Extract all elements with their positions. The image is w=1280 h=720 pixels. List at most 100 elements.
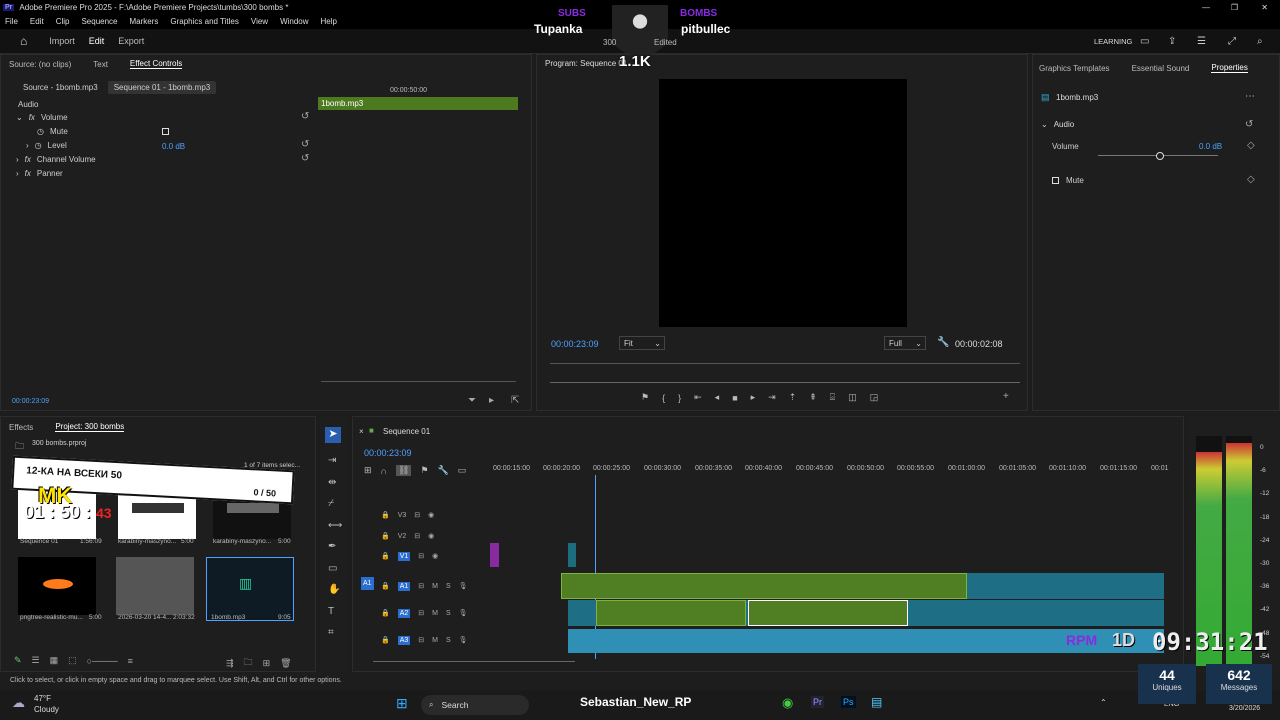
maximize-icon[interactable]: ❐ [1231, 3, 1238, 12]
edit-tab[interactable]: Edit [89, 36, 105, 46]
solo-button[interactable]: S [446, 610, 451, 617]
linked-selection-icon[interactable]: ⛓ [396, 465, 412, 476]
menu-help[interactable]: Help [321, 17, 337, 26]
menu-sequence[interactable]: Sequence [81, 17, 117, 26]
windows-start-icon[interactable]: ⊞ [396, 695, 408, 712]
menu-edit[interactable]: Edit [30, 17, 44, 26]
timeline-settings-icon[interactable]: 🔧 [438, 465, 449, 476]
workspaces-icon[interactable]: ▭ [1140, 36, 1149, 47]
timeline-ruler[interactable]: 00:00:15:00 00:00:20:00 00:00:25:00 00:0… [489, 465, 1169, 485]
rectangle-icon[interactable]: ▭ [328, 558, 342, 580]
timeline-tab[interactable]: Sequence 01 [383, 427, 430, 436]
tab-essential-sound[interactable]: Essential Sound [1132, 64, 1190, 73]
close-icon[interactable]: ✕ [1261, 3, 1268, 12]
mute-checkbox[interactable] [162, 128, 169, 135]
mic-icon[interactable]: 🎙 [459, 636, 468, 644]
mute-track-button[interactable]: M [432, 583, 438, 590]
step-back-icon[interactable]: ◂ [715, 392, 720, 403]
add-button-icon[interactable]: + [1003, 391, 1009, 402]
tab-project[interactable]: Project: 300 bombs [55, 422, 125, 432]
program-video-frame[interactable] [659, 79, 907, 327]
eye-icon[interactable]: ◉ [428, 511, 434, 519]
video-clip[interactable] [568, 543, 576, 567]
menu-clip[interactable]: Clip [56, 17, 70, 26]
snap-icon[interactable]: ∩ [381, 466, 387, 476]
collapse-audio-icon[interactable]: ⌄ [1041, 120, 1048, 129]
sync-icon[interactable]: ⊟ [418, 636, 424, 644]
stopwatch-icon[interactable]: ◷ [35, 141, 42, 150]
source-patch-a1[interactable]: A1 [361, 577, 374, 590]
sync-icon[interactable]: ⊟ [418, 552, 424, 560]
type-icon[interactable]: T [328, 601, 342, 623]
resolution-dropdown[interactable]: Full ⌄ [884, 336, 926, 350]
menu-window[interactable]: Window [280, 17, 308, 26]
menu-graphics[interactable]: Graphics and Titles [170, 17, 238, 26]
home-icon[interactable]: ⌂ [20, 34, 27, 48]
filter-icon[interactable]: ⏷ [468, 395, 476, 406]
chrome-icon[interactable]: ◉ [782, 695, 793, 711]
comparison-icon[interactable]: ◫ [848, 392, 857, 403]
tab-source[interactable]: Source: (no clips) [9, 60, 71, 69]
thumbnail-recording[interactable] [116, 557, 194, 615]
icon-view-icon[interactable]: ▦ [50, 655, 59, 666]
sync-icon[interactable]: ⊟ [414, 532, 420, 540]
tray-chevron-icon[interactable]: ⌃ [1100, 698, 1107, 707]
sync-icon[interactable]: ⊟ [418, 582, 424, 590]
taskbar-date[interactable]: 3/20/2026 [1229, 705, 1260, 712]
audio-clip[interactable] [561, 573, 967, 599]
lock-icon[interactable]: 🔒 [381, 609, 390, 617]
ripple-edit-icon[interactable]: ⇹ [328, 472, 342, 494]
expand-channel-icon[interactable]: › [16, 155, 19, 164]
sync-icon[interactable]: ⊟ [414, 511, 420, 519]
thumbnail-muzzle-flash[interactable] [18, 557, 96, 615]
keyframe-icon[interactable]: ◇ [1247, 174, 1255, 185]
notepad-taskbar-icon[interactable]: ▤ [871, 695, 882, 709]
lock-icon[interactable]: 🔒 [381, 582, 390, 590]
slip-icon[interactable]: ⟷ [328, 515, 342, 537]
reset-icon[interactable]: ↺ [301, 153, 309, 164]
expand-level-icon[interactable]: › [26, 141, 29, 150]
close-tab-icon[interactable]: × [359, 427, 364, 436]
properties-mute-checkbox[interactable] [1052, 177, 1059, 184]
settings-icon[interactable]: ☰ [1197, 36, 1206, 47]
timeline-horizontal-scrollbar[interactable] [373, 661, 575, 662]
fit-dropdown[interactable]: Fit ⌄ [619, 336, 665, 350]
keyframe-icon[interactable]: ◇ [1247, 140, 1255, 151]
fullscreen-icon[interactable]: ⤢ [1228, 36, 1236, 47]
go-to-out-icon[interactable]: ⇥ [768, 392, 776, 403]
pen-icon[interactable]: ✒ [328, 536, 342, 558]
subtab-sequence-clip[interactable]: Sequence 01 - 1bomb.mp3 [107, 81, 217, 94]
weather-desc[interactable]: Cloudy [34, 705, 59, 714]
eye-icon[interactable]: ◉ [432, 552, 438, 560]
video-clip[interactable] [490, 543, 499, 567]
menu-file[interactable]: File [5, 17, 18, 26]
minimize-icon[interactable]: — [1202, 3, 1210, 12]
nest-icon[interactable]: ⊞ [364, 465, 372, 476]
caption-icon[interactable]: ⌗ [328, 622, 342, 644]
extract-icon[interactable]: ⇞ [809, 392, 817, 403]
taskbar-search[interactable]: ⌕ Search [421, 695, 529, 715]
expand-panner-icon[interactable]: › [16, 169, 19, 178]
vr-icon[interactable]: ◲ [870, 392, 879, 403]
tab-properties[interactable]: Properties [1211, 63, 1248, 73]
ec-zoom-scrollbar[interactable] [321, 381, 516, 382]
new-item-icon[interactable]: ⊞ [263, 658, 271, 669]
audio-clip-selected[interactable] [748, 600, 908, 626]
lock-icon[interactable]: 🔒 [381, 636, 390, 644]
add-marker-icon[interactable]: ⚑ [420, 465, 428, 476]
mark-out-icon[interactable]: } [678, 393, 681, 403]
export-tab[interactable]: Export [118, 36, 144, 46]
stopwatch-icon[interactable]: ◷ [37, 127, 44, 136]
lock-icon[interactable]: 🔒 [381, 552, 390, 560]
photoshop-taskbar-icon[interactable]: Ps [841, 696, 856, 708]
automate-icon[interactable]: ⇶ [226, 658, 234, 669]
razor-icon[interactable]: ⌿ [328, 493, 342, 515]
program-scrubber[interactable] [550, 382, 1020, 383]
search-icon[interactable]: ⌕ [1257, 36, 1263, 47]
sync-icon[interactable]: ⊟ [418, 609, 424, 617]
subtab-source-clip[interactable]: Source - 1bomb.mp3 [17, 81, 104, 94]
premiere-taskbar-icon[interactable]: Pr [811, 696, 824, 708]
timeline-timecode[interactable]: 00:00:23:09 [364, 448, 412, 458]
track-select-icon[interactable]: ⇥ [328, 450, 342, 472]
mute-track-button[interactable]: M [432, 637, 438, 644]
